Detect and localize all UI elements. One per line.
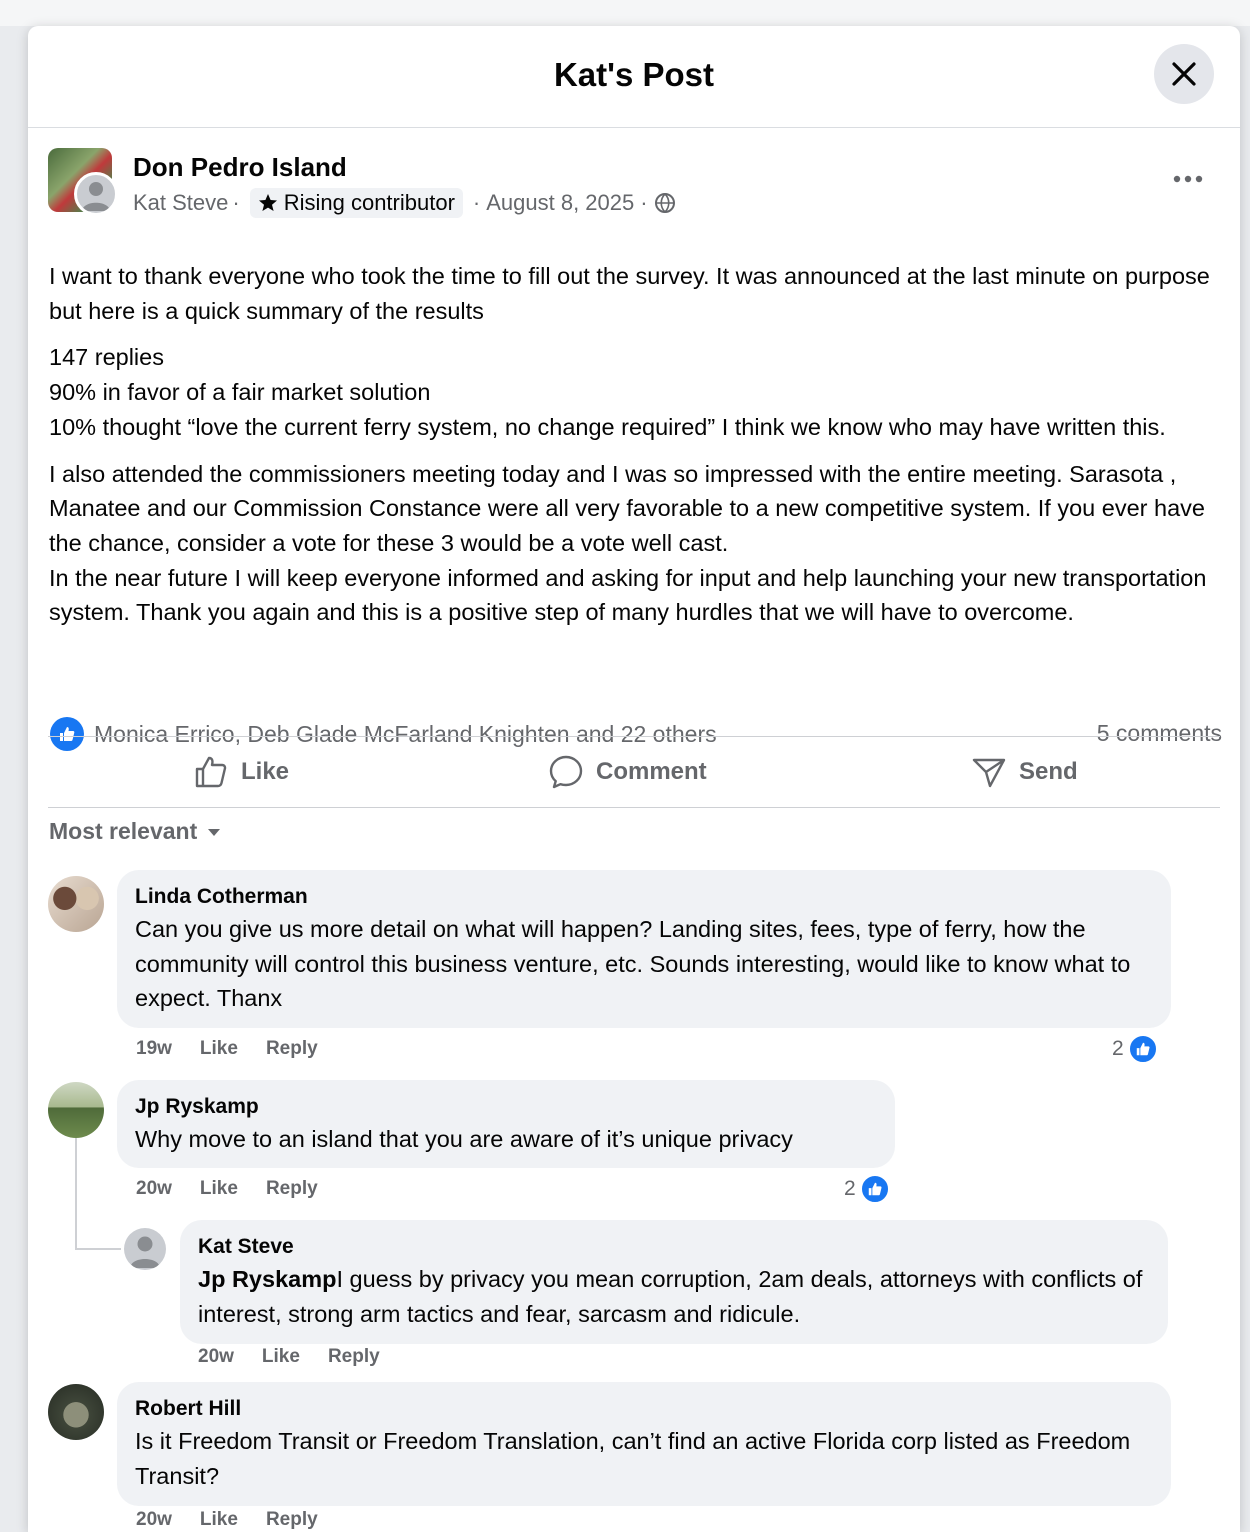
comment-actions: 20w Like Reply bbox=[136, 1178, 318, 1200]
meta-separator: · bbox=[232, 190, 240, 215]
comment-text: Jp RyskampI guess by privacy you mean co… bbox=[198, 1262, 1150, 1331]
reply-thread-line bbox=[75, 1138, 77, 1250]
comment-timestamp[interactable]: 20w bbox=[198, 1346, 234, 1368]
more-horizontal-icon bbox=[1173, 175, 1203, 183]
post-paragraph: 147 replies 90% in favor of a fair marke… bbox=[49, 344, 1166, 440]
reaction-count: 2 bbox=[1112, 1037, 1124, 1060]
commenter-name-link[interactable]: Kat Steve bbox=[198, 1232, 1150, 1262]
post-paragraph: I also attended the commissioners meetin… bbox=[49, 460, 1207, 626]
close-button[interactable] bbox=[1154, 44, 1214, 104]
post-options-button[interactable] bbox=[1168, 166, 1208, 192]
author-name-link[interactable]: Kat Steve bbox=[133, 190, 228, 216]
comment-bubble: Kat Steve Jp RyskampI guess by privacy y… bbox=[180, 1220, 1168, 1344]
post-text: I want to thank everyone who took the ti… bbox=[49, 259, 1224, 642]
author-avatar[interactable] bbox=[74, 172, 118, 216]
comment-timestamp[interactable]: 20w bbox=[136, 1509, 172, 1531]
close-icon bbox=[1172, 62, 1196, 86]
reply-text: I guess by privacy you mean corruption, … bbox=[198, 1266, 1143, 1327]
comment-button[interactable]: Comment bbox=[548, 737, 707, 807]
comment-button-label: Comment bbox=[596, 758, 707, 785]
comment-reply-button[interactable]: Reply bbox=[266, 1509, 318, 1531]
default-avatar-icon bbox=[82, 182, 110, 211]
comment-text: Can you give us more detail on what will… bbox=[135, 916, 1131, 1012]
comment-icon bbox=[549, 755, 583, 789]
comment-actions: 19w Like Reply bbox=[136, 1038, 318, 1060]
comment-reaction-count[interactable]: 2 bbox=[1112, 1034, 1158, 1064]
post-date-link[interactable]: August 8, 2025 bbox=[486, 190, 634, 216]
comment-text: Why move to an island that you are aware… bbox=[135, 1126, 793, 1152]
send-icon bbox=[972, 758, 1006, 788]
comment-text: Is it Freedom Transit or Freedom Transla… bbox=[135, 1428, 1131, 1489]
comment-reply-button[interactable]: Reply bbox=[328, 1346, 380, 1368]
caret-down-icon bbox=[208, 828, 221, 836]
comment-actions: 20w Like Reply bbox=[198, 1346, 380, 1368]
reaction-count: 2 bbox=[844, 1177, 856, 1200]
comment-actions: 20w Like Reply bbox=[136, 1509, 318, 1531]
default-avatar-icon bbox=[130, 1236, 160, 1268]
comment-bubble: Jp Ryskamp Why move to an island that yo… bbox=[117, 1080, 895, 1168]
background-page-strip bbox=[0, 0, 1250, 26]
group-name-link[interactable]: Don Pedro Island bbox=[133, 152, 347, 183]
commenter-name-link[interactable]: Robert Hill bbox=[135, 1394, 1153, 1424]
commenter-name-link[interactable]: Jp Ryskamp bbox=[135, 1092, 877, 1122]
sort-label: Most relevant bbox=[49, 818, 198, 844]
commenter-avatar[interactable] bbox=[48, 1082, 104, 1138]
meta-separator: · bbox=[472, 190, 481, 215]
like-button[interactable]: Like bbox=[193, 737, 289, 807]
comment-bubble: Linda Cotherman Can you give us more det… bbox=[117, 870, 1171, 1028]
comment-sort-dropdown[interactable]: Most relevant bbox=[49, 818, 221, 845]
send-button-label: Send bbox=[1019, 758, 1078, 785]
badge-label: Rising contributor bbox=[283, 190, 455, 215]
commenter-name-link[interactable]: Linda Cotherman bbox=[135, 882, 1153, 912]
send-button[interactable]: Send bbox=[971, 737, 1078, 807]
reply-thread-line bbox=[75, 1248, 121, 1250]
comment-bubble: Robert Hill Is it Freedom Transit or Fre… bbox=[117, 1382, 1171, 1506]
commenter-avatar[interactable] bbox=[48, 876, 104, 932]
comment-like-button[interactable]: Like bbox=[200, 1509, 238, 1531]
star-icon bbox=[258, 194, 277, 211]
post-header: Don Pedro Island Kat Steve · Rising cont… bbox=[48, 148, 1218, 228]
comment-timestamp[interactable]: 20w bbox=[136, 1178, 172, 1200]
post-action-bar: Like Comment Send bbox=[48, 737, 1220, 807]
like-button-label: Like bbox=[241, 758, 290, 785]
commenter-avatar[interactable] bbox=[48, 1384, 104, 1440]
public-globe-icon bbox=[654, 193, 675, 214]
post-meta: Kat Steve · Rising contributor · August … bbox=[133, 188, 676, 218]
like-reaction-icon bbox=[859, 1174, 890, 1204]
thumbs-up-icon bbox=[195, 756, 227, 788]
post-paragraph: I want to thank everyone who took the ti… bbox=[49, 263, 1210, 324]
comment-timestamp[interactable]: 19w bbox=[136, 1038, 172, 1060]
comment-like-button[interactable]: Like bbox=[200, 1038, 238, 1060]
commenter-avatar[interactable] bbox=[124, 1228, 166, 1270]
comment-like-button[interactable]: Like bbox=[262, 1346, 300, 1368]
comment-like-button[interactable]: Like bbox=[200, 1178, 238, 1200]
contributor-badge[interactable]: Rising contributor bbox=[249, 188, 463, 218]
comment-reaction-count[interactable]: 2 bbox=[844, 1174, 890, 1204]
post-dialog: Kat's Post Don Pedro Island Kat Steve · … bbox=[28, 26, 1240, 1532]
dialog-title: Kat's Post bbox=[553, 56, 715, 93]
dialog-header: Kat's Post bbox=[28, 26, 1240, 128]
like-reaction-icon bbox=[1127, 1034, 1158, 1064]
mention-link[interactable]: Jp Ryskamp bbox=[198, 1266, 336, 1292]
comment-reply-button[interactable]: Reply bbox=[266, 1178, 318, 1200]
comment-reply-button[interactable]: Reply bbox=[266, 1038, 318, 1060]
divider bbox=[48, 807, 1220, 808]
meta-separator: · bbox=[640, 190, 648, 215]
